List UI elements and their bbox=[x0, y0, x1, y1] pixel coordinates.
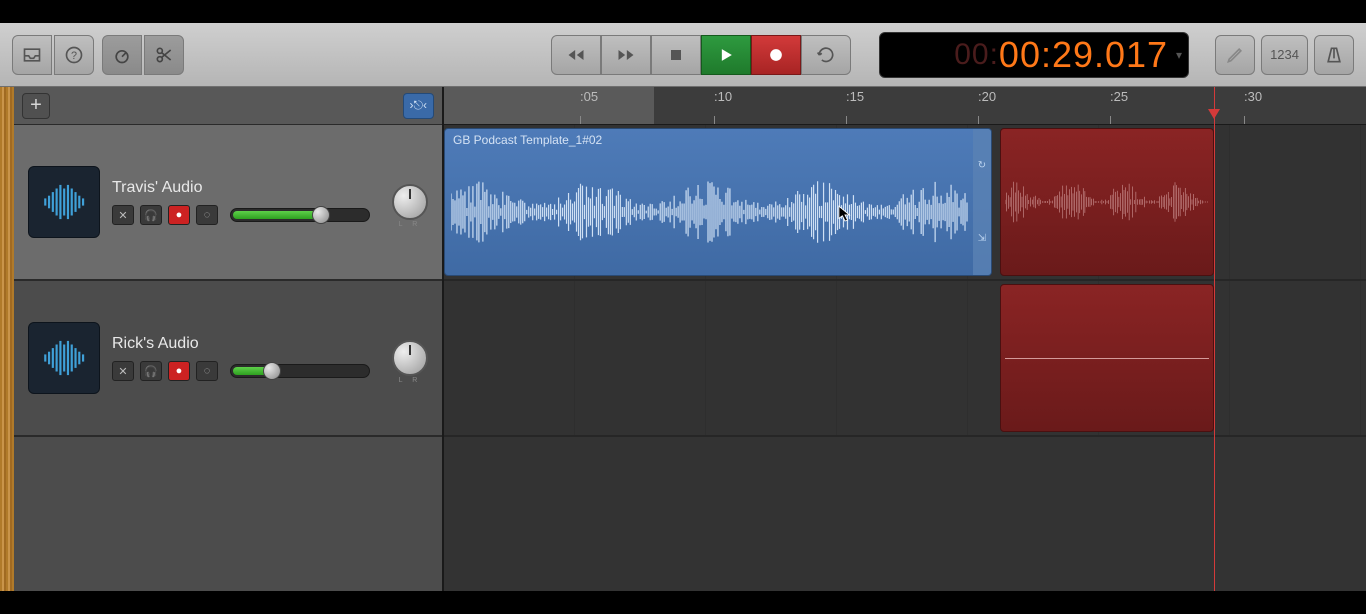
svg-text:?: ? bbox=[71, 50, 77, 62]
waveform bbox=[1005, 147, 1209, 257]
pencil-icon bbox=[1225, 45, 1245, 65]
volume-slider[interactable] bbox=[230, 364, 370, 378]
region-handles[interactable]: ↻ ⇲ bbox=[973, 129, 991, 275]
wood-edge bbox=[0, 87, 14, 591]
track-name-label[interactable]: Rick's Audio bbox=[112, 335, 374, 353]
recording-region[interactable] bbox=[1000, 284, 1214, 432]
forward-button[interactable] bbox=[601, 35, 651, 75]
track-list-header: + ›⎋‹ bbox=[14, 87, 442, 125]
editors-button[interactable] bbox=[144, 35, 184, 75]
ruler-tick: :05 bbox=[580, 89, 598, 104]
waveform bbox=[451, 159, 969, 265]
toolbar: ? bbox=[0, 23, 1366, 87]
counter-label: 1234 bbox=[1270, 47, 1299, 62]
track-name-label[interactable]: Travis' Audio bbox=[112, 179, 374, 197]
ruler-tick: :15 bbox=[846, 89, 864, 104]
headphones-button[interactable]: 🎧 bbox=[140, 361, 162, 381]
fade-handle-icon[interactable]: ⇲ bbox=[978, 233, 986, 244]
ruler-tick: :30 bbox=[1244, 89, 1262, 104]
pan-knob[interactable]: L R bbox=[392, 184, 428, 220]
audio-region[interactable]: GB Podcast Template_1#02 ↻ ⇲ bbox=[444, 128, 992, 276]
track-filter-button[interactable]: ›⎋‹ bbox=[403, 93, 434, 119]
mute-button[interactable]: ✕ bbox=[112, 361, 134, 381]
rewind-icon bbox=[566, 45, 586, 65]
record-enable-button[interactable]: ● bbox=[168, 205, 190, 225]
cycle-icon bbox=[816, 45, 836, 65]
transport-controls bbox=[551, 35, 851, 75]
record-button[interactable] bbox=[751, 35, 801, 75]
playhead[interactable] bbox=[1214, 87, 1215, 591]
track-header[interactable]: Rick's Audio ✕ 🎧 ● ◌ L R bbox=[14, 281, 442, 437]
track-type-icon bbox=[28, 322, 100, 394]
volume-slider[interactable] bbox=[230, 208, 370, 222]
filter-icon: ›⎋‹ bbox=[410, 98, 427, 113]
cycle-button[interactable] bbox=[801, 35, 851, 75]
metronome-icon bbox=[1324, 45, 1344, 65]
record-icon bbox=[766, 45, 786, 65]
count-in-button[interactable]: 1234 bbox=[1261, 35, 1308, 75]
workspace: + ›⎋‹ Travis' Audio ✕ 🎧 ● ◌ L R bbox=[0, 87, 1366, 591]
region-title: GB Podcast Template_1#02 bbox=[445, 129, 991, 151]
dial-icon bbox=[112, 45, 132, 65]
quick-help-button[interactable]: ? bbox=[54, 35, 94, 75]
scissors-icon bbox=[154, 45, 174, 65]
loop-handle-icon[interactable]: ↻ bbox=[978, 160, 986, 171]
recording-region[interactable] bbox=[1000, 128, 1214, 276]
play-button[interactable] bbox=[701, 35, 751, 75]
input-monitor-button[interactable]: ◌ bbox=[196, 205, 218, 225]
notepad-button[interactable] bbox=[1215, 35, 1255, 75]
play-icon bbox=[716, 45, 736, 65]
track-lane[interactable]: GB Podcast Template_1#02 ↻ ⇲ bbox=[444, 125, 1366, 281]
track-header[interactable]: Travis' Audio ✕ 🎧 ● ◌ L R bbox=[14, 125, 442, 281]
track-list: + ›⎋‹ Travis' Audio ✕ 🎧 ● ◌ L R bbox=[14, 87, 444, 591]
input-monitor-button[interactable]: ◌ bbox=[196, 361, 218, 381]
ruler-tick: :20 bbox=[978, 89, 996, 104]
forward-icon bbox=[616, 45, 636, 65]
tuner-button[interactable] bbox=[102, 35, 142, 75]
ruler-tick: :10 bbox=[714, 89, 732, 104]
metronome-button[interactable] bbox=[1314, 35, 1354, 75]
help-icon: ? bbox=[64, 45, 84, 65]
waveform-flat bbox=[1005, 358, 1209, 359]
cursor-icon bbox=[838, 205, 852, 223]
headphones-button[interactable]: 🎧 bbox=[140, 205, 162, 225]
chevron-down-icon[interactable]: ▾ bbox=[1176, 48, 1182, 62]
add-track-button[interactable]: + bbox=[22, 93, 50, 119]
library-button[interactable] bbox=[12, 35, 52, 75]
stop-icon bbox=[666, 45, 686, 65]
letterbox-bottom bbox=[0, 591, 1366, 614]
record-enable-button[interactable]: ● bbox=[168, 361, 190, 381]
rewind-button[interactable] bbox=[551, 35, 601, 75]
pan-knob[interactable]: L R bbox=[392, 340, 428, 376]
time-display[interactable]: 00: 00:29.017 ▾ bbox=[879, 32, 1189, 78]
arrangement-area[interactable]: :05 :10 :15 :20 :25 :30 GB Podcast Template_1… bbox=[444, 87, 1366, 591]
ruler-tick: :25 bbox=[1110, 89, 1128, 104]
mute-button[interactable]: ✕ bbox=[112, 205, 134, 225]
cycle-region[interactable] bbox=[444, 87, 654, 124]
letterbox-top bbox=[0, 0, 1366, 23]
stop-button[interactable] bbox=[651, 35, 701, 75]
garageband-window: ? bbox=[0, 23, 1366, 591]
track-lane[interactable] bbox=[444, 281, 1366, 437]
lcd-time-value: 00:29.017 bbox=[999, 34, 1168, 76]
inbox-icon bbox=[22, 45, 42, 65]
lcd-hours-dim: 00: bbox=[954, 38, 999, 72]
track-type-icon bbox=[28, 166, 100, 238]
time-ruler[interactable]: :05 :10 :15 :20 :25 :30 bbox=[444, 87, 1366, 125]
